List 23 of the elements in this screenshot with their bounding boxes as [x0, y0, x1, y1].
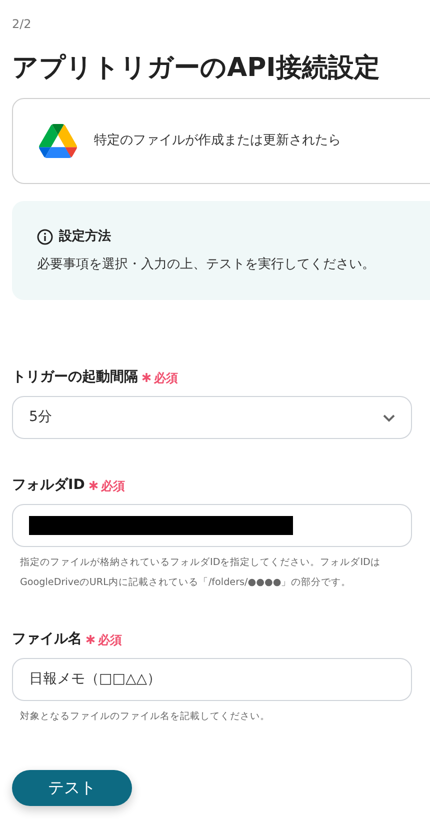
- required-label: 必須: [98, 632, 122, 648]
- text-input-field[interactable]: [12, 504, 412, 547]
- page-title: アプリトリガーのAPI接続設定: [12, 52, 381, 85]
- trigger-label: 特定のファイルが作成または更新されたら: [94, 132, 341, 150]
- asterisk-icon: [88, 481, 98, 490]
- info-heading: 設定方法: [59, 228, 111, 246]
- required-label: 必須: [100, 478, 125, 494]
- asterisk-icon: [142, 373, 151, 382]
- field-hint: 指定のファイルが格納されているフォルダIDを指定してください。フォルダIDはGoogleDriveのURL内に記載されている「/folders/●●●●」の部分です。: [19, 556, 382, 590]
- required-label: 必須: [154, 370, 178, 386]
- test-button[interactable]: テスト: [12, 770, 132, 806]
- interval-select[interactable]: 5分: [12, 396, 412, 439]
- text-input-field[interactable]: 日報メモ（□□△△）: [12, 658, 412, 701]
- chevron-down-icon: [383, 414, 395, 422]
- field-hint: 対象となるファイルのファイル名を記載してください。: [19, 710, 271, 724]
- info-icon: [37, 228, 53, 245]
- drive-logo-icon: [39, 124, 77, 158]
- field-label: ファイル名: [12, 630, 82, 649]
- step-counter: 2/2: [12, 16, 32, 33]
- field-label: フォルダID: [12, 476, 85, 495]
- field-label: トリガーの起動間隔: [12, 368, 138, 387]
- info-text: 必要事項を選択・入力の上、テストを実行してください。: [37, 256, 376, 274]
- asterisk-icon: [86, 635, 95, 644]
